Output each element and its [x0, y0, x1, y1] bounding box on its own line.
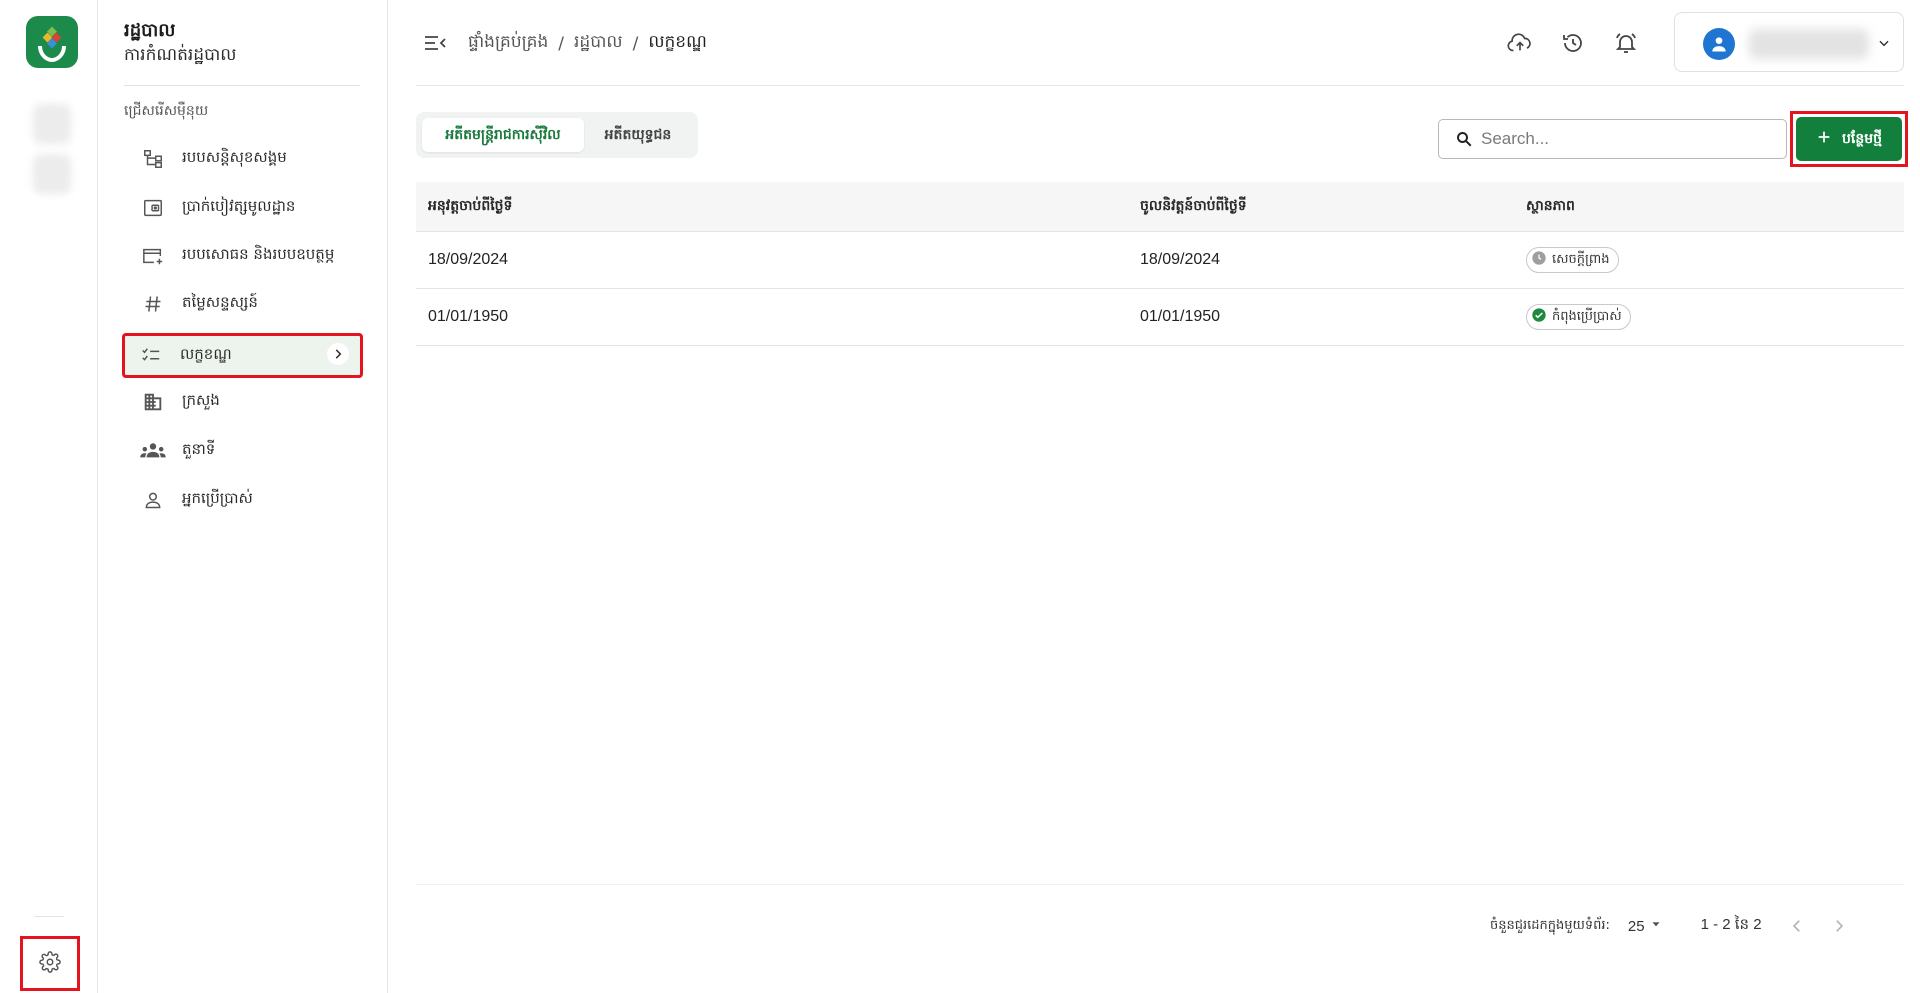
sidebar-item-label: តម្លៃសន្ទស្សន៍ — [182, 293, 258, 311]
search-icon — [1455, 130, 1473, 148]
column-header-status[interactable]: ស្ថានភាព — [1526, 196, 1575, 217]
cell-retired-from: 01/01/1950 — [1140, 308, 1221, 325]
table-row[interactable]: 18/09/2024 18/09/2024 សេចក្តីព្រាង — [416, 232, 1904, 289]
sidebar-item-pension-allowance[interactable]: របបសោធន និងរបបឧបត្ថម្ភ — [124, 235, 361, 277]
hierarchy-icon — [140, 147, 166, 171]
search-input[interactable] — [1481, 129, 1761, 149]
user-name-blurred — [1749, 29, 1869, 59]
person-icon — [140, 488, 166, 512]
rows-per-page-label: ចំនួនជួរដេកក្នុងមួយទំព័រ: — [1490, 917, 1610, 933]
rows-per-page-select[interactable]: 25 — [1628, 917, 1663, 935]
app-rail — [0, 0, 98, 993]
cell-effective-from: 18/09/2024 — [428, 251, 509, 268]
blurred-rail-item[interactable] — [33, 104, 71, 144]
column-header-retired-from[interactable]: ចូលនិវត្តន៍ចាប់ពីថ្ងៃទី — [1140, 196, 1247, 217]
user-menu[interactable] — [1674, 12, 1904, 72]
breadcrumb-dashboard[interactable]: ផ្ទាំងគ្រប់គ្រង — [468, 31, 548, 56]
column-header-effective-from[interactable]: អនុវត្តចាប់ពីថ្ងៃទី — [428, 196, 512, 217]
sidebar-item-label: របបសន្តិសុខសង្គម — [182, 148, 287, 166]
sidebar-item-base-salary[interactable]: ប្រាក់បៀវត្សមូលដ្ឋាន — [124, 187, 361, 229]
sidebar-item-ministry[interactable]: ក្រសួង — [124, 381, 361, 423]
check-circle-icon — [1531, 307, 1547, 327]
sidebar-item-index-value[interactable]: តម្លៃសន្ទស្សន៍ — [124, 283, 361, 325]
checklist-icon — [138, 344, 164, 368]
breadcrumb-current: លក្ខខណ្ឌ — [648, 32, 707, 52]
table-header: អនុវត្តចាប់ពីថ្ងៃទី ចូលនិវត្តន៍ចាប់ពីថ្ង… — [416, 182, 1904, 232]
table-footer-divider — [416, 884, 1904, 885]
cell-effective-from: 01/01/1950 — [428, 308, 509, 325]
sidebar-title: រដ្ឋបាល — [124, 20, 176, 41]
sidebar-item-label: អ្នកប្រើប្រាស់ — [182, 489, 253, 507]
gear-icon — [39, 950, 61, 977]
previous-page-icon[interactable] — [1788, 917, 1806, 935]
app-logo[interactable] — [26, 16, 78, 68]
breadcrumb-separator: / — [632, 33, 639, 54]
sidebar-section-label: ជ្រើសរើសម៉ឺនុយ — [124, 103, 209, 119]
pagination: ចំនួនជួរដេកក្នុងមួយទំព័រ: 25 1 - 2 នៃ 2 — [1490, 914, 1848, 938]
status-label: កំពុងប្រើប្រាស់ — [1552, 308, 1622, 324]
tab-former-civil-servants[interactable]: អតីតមន្ត្រីរាជការស៊ីវិល — [422, 118, 584, 152]
breadcrumb-admin[interactable]: រដ្ឋបាល — [574, 31, 623, 56]
admin-sidebar: រដ្ឋបាល ការកំណត់រដ្ឋបាល ជ្រើសរើសម៉ឺនុយ រ… — [98, 0, 388, 993]
plus-icon — [1816, 129, 1832, 149]
sidebar-item-label: តួនាទី — [182, 440, 216, 458]
sidebar-item-label: ប្រាក់បៀវត្សមូលដ្ឋាន — [182, 197, 296, 215]
blurred-rail-item[interactable] — [33, 154, 71, 194]
bell-icon[interactable] — [1611, 28, 1641, 58]
sidebar-item-roles[interactable]: តួនាទី — [124, 430, 361, 472]
group-icon — [140, 439, 166, 463]
chevron-down-icon — [1877, 35, 1891, 54]
conditions-table: អនុវត្តចាប់ពីថ្ងៃទី ចូលនិវត្តន៍ចាប់ពីថ្ង… — [416, 182, 1904, 346]
sidebar-item-conditions[interactable]: លក្ខខណ្ឌ — [122, 333, 363, 378]
card-plus-icon — [140, 244, 166, 268]
rows-per-page-value: 25 — [1627, 917, 1645, 935]
search-box[interactable] — [1438, 119, 1787, 159]
rail-divider — [34, 916, 64, 917]
breadcrumb-separator: / — [558, 33, 565, 54]
avatar — [1703, 28, 1735, 60]
settings-button[interactable] — [20, 936, 80, 991]
status-label: សេចក្តីព្រាង — [1552, 251, 1610, 267]
top-bar: ផ្ទាំងគ្រប់គ្រង / រដ្ឋបាល / លក្ខខណ្ឌ — [416, 0, 1904, 86]
clock-icon — [1531, 250, 1547, 270]
building-icon — [140, 390, 166, 414]
sidebar-item-users[interactable]: អ្នកប្រើប្រាស់ — [124, 479, 361, 521]
sidebar-item-label: ក្រសួង — [182, 391, 220, 409]
sidebar-subtitle: ការកំណត់រដ្ឋបាល — [124, 45, 237, 65]
sidebar-item-label: របបសោធន និងរបបឧបត្ថម្ភ — [182, 245, 335, 263]
menu-collapse-icon[interactable] — [422, 30, 448, 56]
add-new-label: បន្ថែមថ្មី — [1842, 130, 1882, 147]
page-range: 1 - 2 នៃ 2 — [1700, 916, 1762, 933]
table-row[interactable]: 01/01/1950 01/01/1950 កំពុងប្រើប្រាស់ — [416, 289, 1904, 346]
cloud-upload-icon[interactable] — [1505, 28, 1535, 58]
status-badge: សេចក្តីព្រាង — [1526, 247, 1619, 273]
add-button-highlight: បន្ថែមថ្មី — [1790, 111, 1908, 167]
sidebar-item-label: លក្ខខណ្ឌ — [180, 344, 232, 363]
hash-icon — [140, 292, 166, 316]
history-icon[interactable] — [1558, 28, 1588, 58]
sidebar-divider — [124, 85, 360, 86]
add-new-button[interactable]: បន្ថែមថ្មី — [1796, 117, 1902, 161]
chevron-right-icon — [327, 343, 349, 365]
next-page-icon[interactable] — [1830, 917, 1848, 935]
wallet-icon — [140, 196, 166, 220]
sidebar-item-social-security[interactable]: របបសន្តិសុខសង្គម — [124, 138, 361, 180]
caret-down-icon — [1649, 917, 1663, 935]
status-badge: កំពុងប្រើប្រាស់ — [1526, 304, 1631, 330]
tab-veterans[interactable]: អតីតយុទ្ធជន — [584, 118, 692, 152]
category-tabs: អតីតមន្ត្រីរាជការស៊ីវិល អតីតយុទ្ធជន — [416, 112, 698, 158]
breadcrumb: ផ្ទាំងគ្រប់គ្រង / រដ្ឋបាល / លក្ខខណ្ឌ — [468, 31, 707, 56]
cell-retired-from: 18/09/2024 — [1140, 251, 1221, 268]
